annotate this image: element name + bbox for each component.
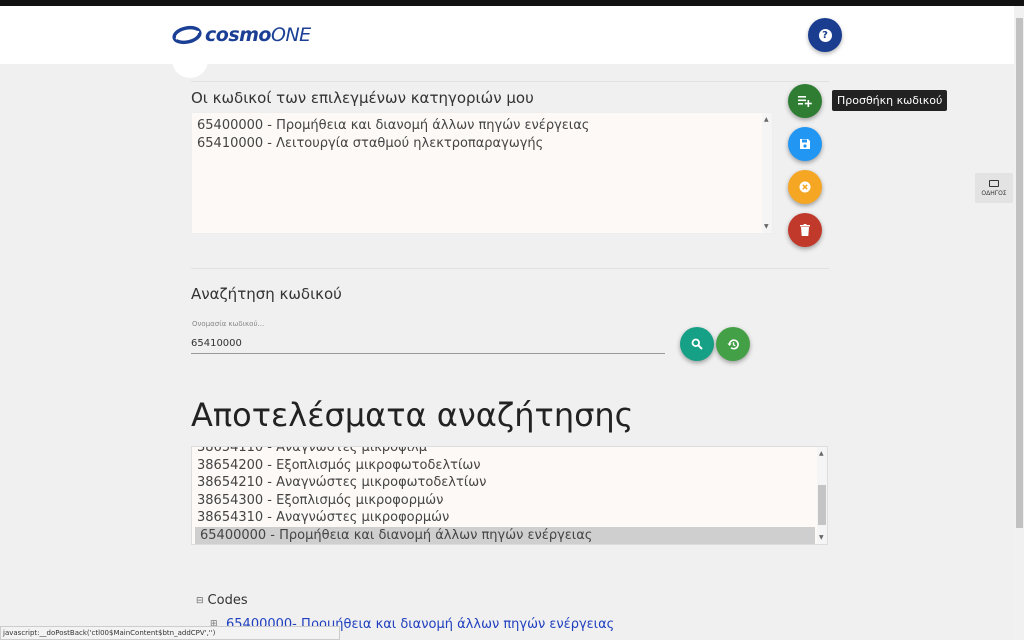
search-field-label: Ονομασία κωδικού... xyxy=(192,320,265,328)
scroll-down-arrow-icon[interactable]: ▼ xyxy=(764,223,769,230)
help-button[interactable]: ? xyxy=(808,18,842,52)
results-title: Αποτελέσματα αναζήτησης xyxy=(191,396,634,434)
app-header: cosmoONE xyxy=(0,6,1014,64)
reset-search-button[interactable] xyxy=(716,327,750,361)
results-scrollbar-thumb[interactable] xyxy=(818,485,826,525)
search-button[interactable] xyxy=(680,327,714,361)
codes-tree: ⊟ Codes ⊞ 65400000 - Προμήθεια και διανο… xyxy=(196,593,614,632)
logo-swoosh-icon xyxy=(172,24,202,46)
guide-button[interactable]: ΟΔΗΓΟΣ xyxy=(975,173,1013,203)
browser-status-bar: javascript:__doPostBack('ctl00$MainConte… xyxy=(0,626,340,640)
search-icon xyxy=(691,338,703,350)
reset-icon xyxy=(727,338,739,350)
cosmoone-logo[interactable]: cosmoONE xyxy=(172,22,311,48)
page-scrollbar-thumb[interactable] xyxy=(1016,18,1023,528)
category-item[interactable]: 65410000 - Λειτουργία σταθμού ηλεκτροπαρ… xyxy=(192,135,772,153)
search-title: Αναζήτηση κωδικού xyxy=(191,285,342,303)
tree-root-label: Codes xyxy=(207,593,248,608)
add-code-button[interactable] xyxy=(788,84,822,118)
guide-label: ΟΔΗΓΟΣ xyxy=(981,189,1007,197)
playlist-add-icon xyxy=(798,96,812,107)
search-input[interactable] xyxy=(191,334,665,354)
result-item[interactable]: 38654110 - Αναγνώστες μικροφιλμ xyxy=(192,447,819,457)
cancel-button[interactable] xyxy=(788,170,822,204)
monitor-icon xyxy=(989,179,999,187)
top-divider xyxy=(191,81,829,82)
save-icon xyxy=(800,139,810,149)
results-scrollbar[interactable]: ▲ ▼ xyxy=(817,447,827,544)
logo-text-main: cosmo xyxy=(205,24,271,46)
results-listbox[interactable]: 38654110 - Αναγνώστες μικροφιλμ 38654200… xyxy=(191,446,828,545)
scroll-up-arrow-icon[interactable]: ▲ xyxy=(819,450,824,457)
category-item[interactable]: 65400000 - Προμήθεια και διανομή άλλων π… xyxy=(192,117,772,135)
question-mark-icon: ? xyxy=(818,28,832,42)
page-scrollbar[interactable] xyxy=(1014,6,1024,640)
search-divider xyxy=(191,268,829,269)
categories-scrollbar[interactable]: ▲ ▼ xyxy=(762,113,772,233)
result-item[interactable]: 38654300 - Εξοπλισμός μικροφορμών xyxy=(192,492,819,510)
scroll-up-arrow-icon[interactable]: ▲ xyxy=(764,116,769,123)
result-item[interactable]: 38654210 - Αναγνώστες μικροφωτοδελτίων xyxy=(192,474,819,492)
categories-title: Οι κωδικοί των επιλεγμένων κατηγοριών μο… xyxy=(191,89,534,107)
logo-text: cosmoONE xyxy=(205,24,311,46)
save-button[interactable] xyxy=(788,127,822,161)
add-code-tooltip: Προσθήκη κωδικού xyxy=(832,90,948,111)
categories-listbox[interactable]: 65400000 - Προμήθεια και διανομή άλλων π… xyxy=(191,112,773,234)
tree-child-label-link[interactable]: - Προμήθεια και διανομή άλλων πηγών ενέρ… xyxy=(292,617,614,632)
cancel-icon xyxy=(799,181,811,193)
result-item[interactable]: 38654310 - Αναγνώστες μικροφορμών xyxy=(192,509,819,527)
delete-icon xyxy=(800,224,810,236)
tree-collapse-icon[interactable]: ⊟ xyxy=(196,596,204,606)
delete-button[interactable] xyxy=(788,213,822,247)
result-item[interactable]: 38654200 - Εξοπλισμός μικροφωτοδελτίων xyxy=(192,457,819,475)
scroll-down-arrow-icon[interactable]: ▼ xyxy=(819,534,824,541)
header-tab-notch xyxy=(172,60,208,78)
result-item-selected[interactable]: 65400000 - Προμήθεια και διανομή άλλων π… xyxy=(195,526,815,544)
logo-text-one: ONE xyxy=(270,24,311,46)
tree-root[interactable]: ⊟ Codes xyxy=(196,593,248,608)
